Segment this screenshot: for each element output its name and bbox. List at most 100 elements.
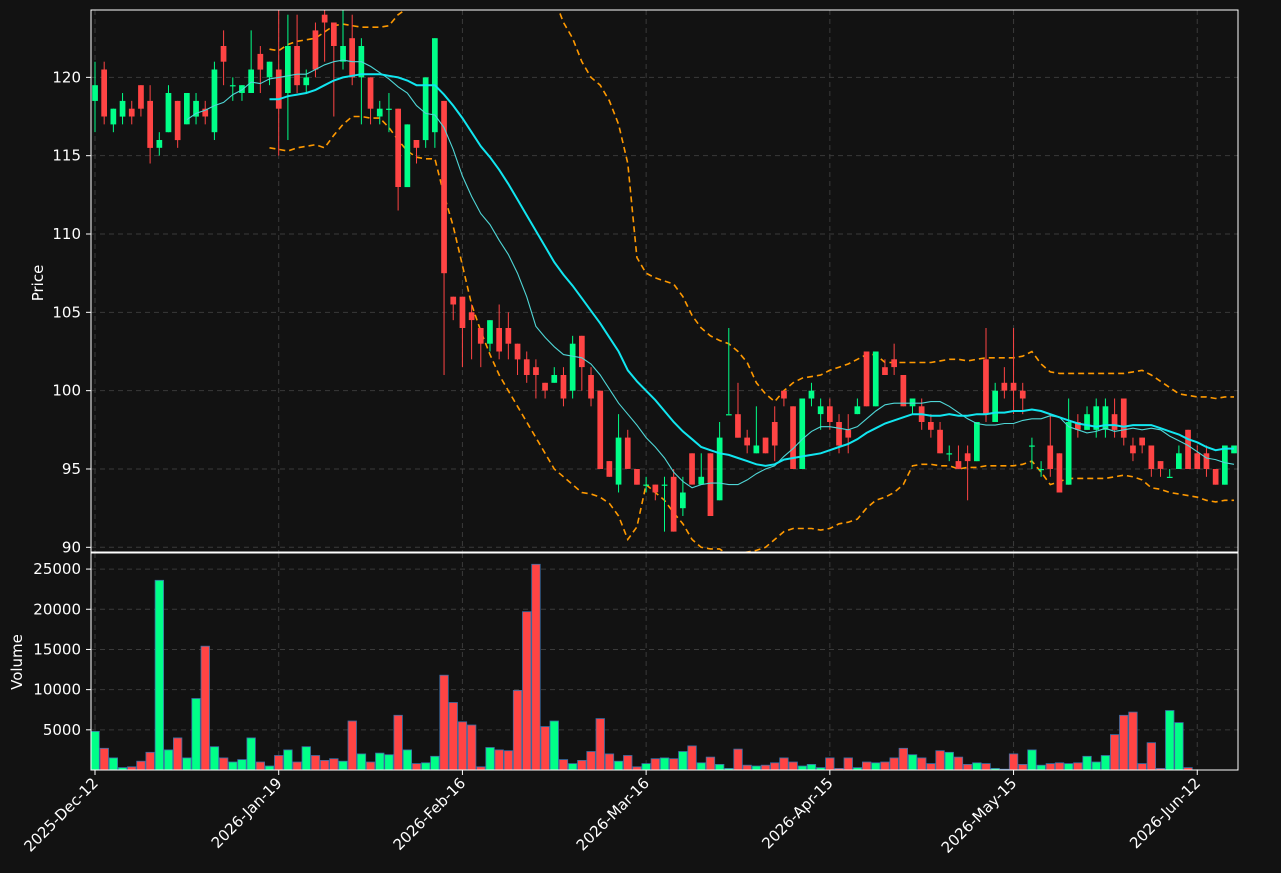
- candle: [606, 461, 613, 477]
- candle-body-down: [533, 367, 539, 375]
- candle-body-down: [321, 14, 328, 23]
- candle-body-down: [220, 46, 227, 62]
- candle-body-down: [1010, 382, 1017, 391]
- volume-bar-up: [90, 731, 100, 771]
- volume-bar-down: [880, 761, 890, 771]
- volume-bar-up: [1064, 763, 1074, 771]
- volume-bar-down: [274, 755, 284, 771]
- candle-body-down: [395, 108, 401, 187]
- candle-body-down: [670, 476, 677, 532]
- candle-body-up: [340, 46, 346, 62]
- volume-bar-up: [549, 720, 559, 771]
- candle-body-up: [1176, 453, 1182, 469]
- price-axis-title: Price: [29, 265, 47, 302]
- candle-body-down: [450, 296, 457, 305]
- candle-body-up: [1084, 414, 1090, 430]
- candle-body-down: [735, 414, 741, 438]
- candle-body-up: [110, 108, 117, 125]
- candle-body-up: [156, 140, 163, 148]
- volume-bar-down: [531, 563, 541, 771]
- candle-body-down: [147, 100, 153, 148]
- volume-bar-up: [283, 749, 293, 771]
- volume-bar-up: [1174, 722, 1184, 771]
- volume-bar-up: [191, 698, 201, 771]
- volume-axis-title: Volume: [8, 634, 26, 690]
- volume-bar-down: [200, 645, 210, 771]
- candle-body-up: [165, 93, 172, 133]
- candle-body-down: [331, 22, 337, 46]
- candle: [762, 437, 769, 454]
- candle-body-up: [854, 406, 861, 415]
- candle-body-down: [588, 375, 594, 399]
- volume-bar-down: [1018, 764, 1028, 771]
- volume-bar-up: [264, 765, 275, 771]
- volume-bar-down: [770, 762, 780, 771]
- candle-body-up: [211, 69, 218, 133]
- candle-body-up: [285, 46, 291, 93]
- volume-bar-up: [1091, 761, 1101, 771]
- candle-body-up: [799, 398, 806, 469]
- candle-body-down: [477, 328, 484, 344]
- candle-body-up: [422, 77, 429, 141]
- candle-body-up: [487, 320, 493, 344]
- candle-body-down: [257, 53, 264, 70]
- candle-body-up: [974, 422, 980, 462]
- volume-bar-down: [742, 764, 752, 771]
- candle-body-down: [652, 484, 659, 493]
- volume-bar-down: [540, 726, 550, 771]
- candle-body-down: [1056, 453, 1063, 493]
- candle: [184, 93, 190, 125]
- volume-bar-down: [439, 674, 449, 771]
- candle-body-down: [1130, 445, 1136, 454]
- candle-body-down: [1001, 382, 1008, 391]
- candle-body-up: [817, 406, 824, 415]
- candle-body-down: [624, 437, 631, 469]
- candle: [900, 374, 907, 407]
- candle-body-up: [992, 390, 998, 422]
- price-y-tick-label: 110: [52, 225, 81, 243]
- volume-bar-down: [393, 714, 403, 771]
- volume-y-tick-label: 20000: [33, 600, 81, 618]
- volume-bar-down: [218, 757, 229, 771]
- candle-body-down: [275, 69, 282, 109]
- volume-bar-down: [558, 759, 569, 771]
- volume-bar-down: [255, 761, 266, 771]
- volume-bar-down: [825, 757, 835, 771]
- candle-body-down: [781, 390, 787, 399]
- candle-body-up: [615, 437, 622, 485]
- candle-body-down: [1111, 414, 1118, 430]
- candle-body-down: [174, 100, 181, 141]
- volume-bar-up: [237, 759, 247, 771]
- candle-body-down: [1212, 469, 1219, 485]
- candle-body-down: [1047, 445, 1054, 469]
- volume-bar-down: [935, 750, 945, 771]
- volume-bar-down: [1008, 753, 1019, 771]
- candle-body-down: [827, 406, 833, 422]
- volume-bar-up: [972, 762, 982, 771]
- volume-bar-down: [779, 757, 789, 771]
- volume-bar-down: [512, 690, 523, 771]
- volume-bar-down: [623, 755, 633, 771]
- volume-bar-down: [577, 760, 587, 771]
- volume-bar-down: [604, 753, 615, 771]
- candle-body-up: [726, 414, 732, 416]
- volume-bar-up: [613, 760, 624, 771]
- volume-bar-up: [871, 762, 881, 771]
- volume-bar-down: [843, 757, 853, 771]
- volume-bar-down: [292, 761, 302, 771]
- volume-bar-up: [338, 760, 348, 771]
- volume-bar-up: [659, 757, 670, 771]
- price-y-tick-label: 100: [52, 382, 81, 400]
- candle: [634, 468, 640, 485]
- candle-body-down: [468, 312, 475, 321]
- volume-bar-up: [154, 579, 165, 771]
- candle-body-up: [909, 398, 916, 407]
- candle-body-up: [248, 69, 254, 93]
- volume-bar-down: [705, 756, 716, 771]
- candle-body-down: [891, 359, 897, 368]
- candle-body-down: [790, 406, 796, 469]
- candle-body-up: [643, 484, 649, 486]
- candle-body-down: [707, 453, 714, 516]
- volume-bar-up: [108, 757, 118, 771]
- volume-bar-down: [329, 758, 339, 771]
